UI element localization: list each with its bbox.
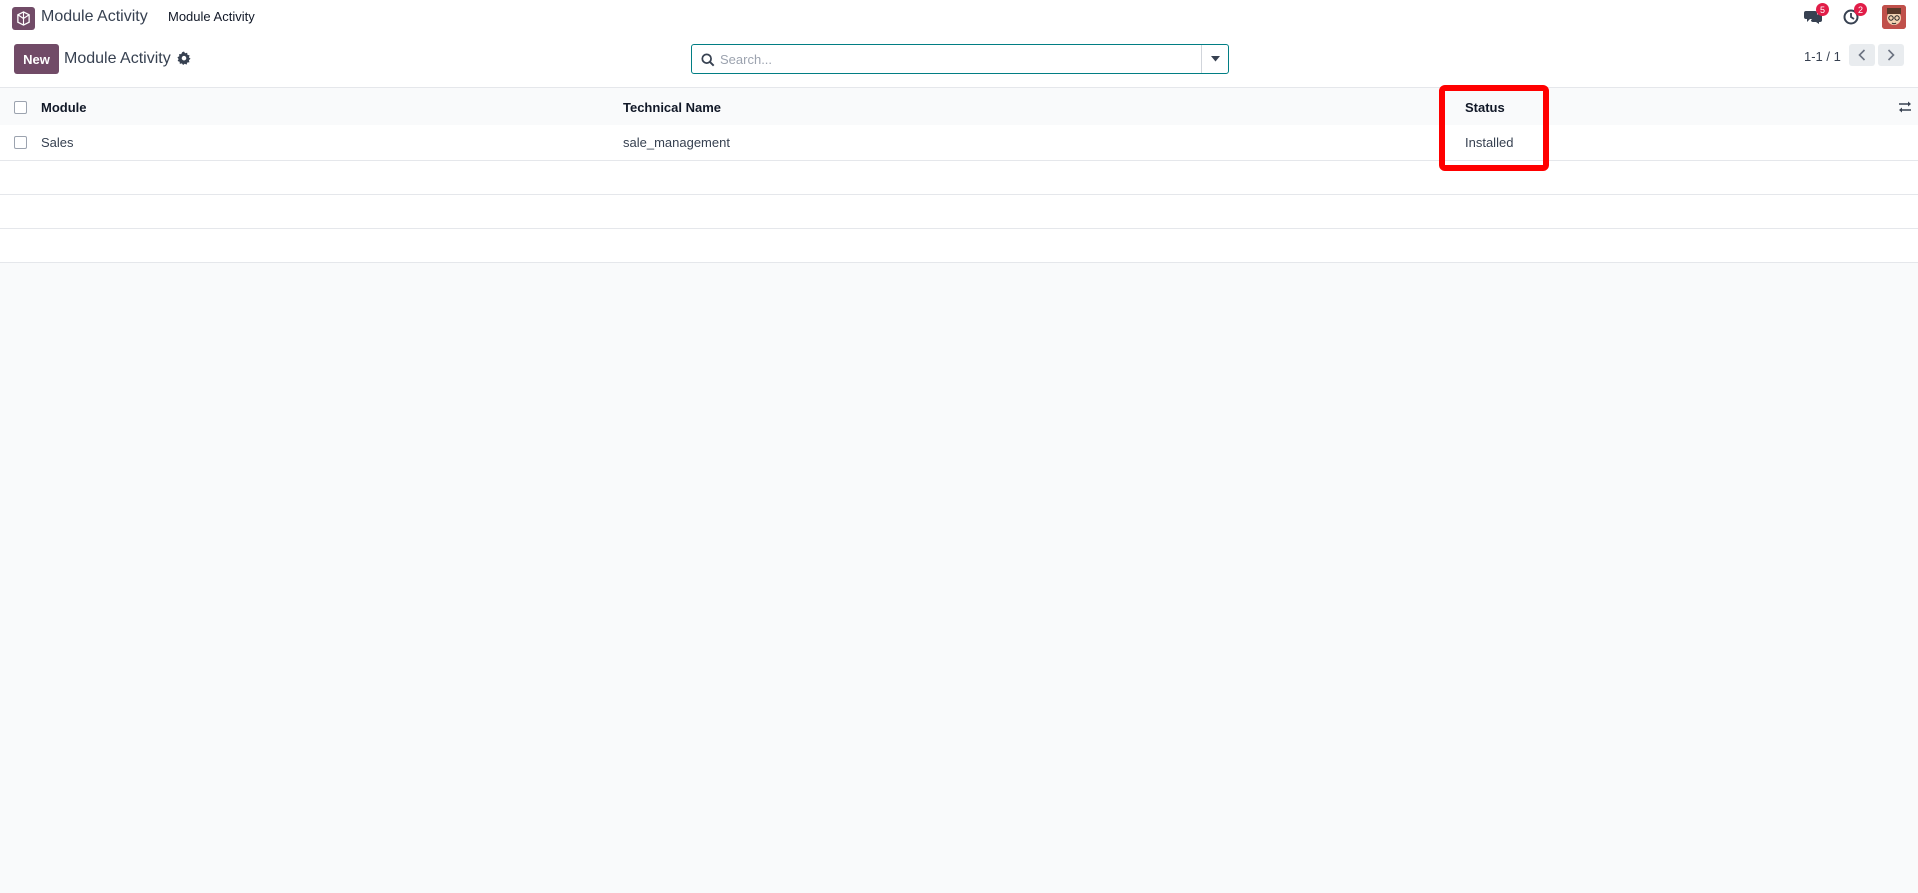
- caret-down-icon: [1210, 56, 1220, 62]
- chevron-left-icon: [1858, 49, 1866, 61]
- page-title: Module Activity: [64, 50, 171, 67]
- search-bar: [691, 44, 1229, 74]
- avatar[interactable]: [1882, 5, 1906, 29]
- activities-badge: 2: [1854, 3, 1867, 16]
- cell-status: Installed: [1465, 135, 1514, 150]
- pager-next-button[interactable]: [1878, 44, 1904, 66]
- optional-columns-icon[interactable]: [1898, 100, 1912, 114]
- menu-item-module-activity[interactable]: Module Activity: [168, 9, 255, 24]
- activities-button[interactable]: 2: [1841, 3, 1867, 26]
- cell-module: Sales: [41, 135, 74, 150]
- pager-previous-button[interactable]: [1849, 44, 1875, 66]
- column-header-technical-name[interactable]: Technical Name: [623, 100, 721, 115]
- app-name[interactable]: Module Activity: [41, 8, 148, 26]
- column-header-module[interactable]: Module: [41, 100, 87, 115]
- search-input[interactable]: [720, 49, 1190, 69]
- new-button[interactable]: New: [14, 44, 59, 74]
- empty-row: [0, 161, 1918, 195]
- search-options-toggle[interactable]: [1201, 45, 1228, 73]
- pager-value[interactable]: 1-1 / 1: [1804, 49, 1841, 64]
- column-header-status[interactable]: Status: [1465, 100, 1505, 115]
- gear-icon[interactable]: [177, 51, 191, 65]
- table-row[interactable]: Sales sale_management Installed: [0, 125, 1918, 161]
- list-header: Module Technical Name Status: [0, 89, 1918, 125]
- control-panel: New Module Activity 1-1 / 1: [0, 34, 1918, 88]
- chevron-right-icon: [1887, 49, 1895, 61]
- app-logo-icon[interactable]: [12, 7, 35, 30]
- empty-row: [0, 229, 1918, 263]
- row-checkbox[interactable]: [14, 136, 27, 149]
- empty-row: [0, 195, 1918, 229]
- messages-badge: 5: [1816, 3, 1829, 16]
- cell-technical-name: sale_management: [623, 135, 730, 150]
- search-icon: [701, 53, 715, 67]
- top-navbar: Module Activity Module Activity 5 2: [0, 0, 1918, 34]
- messages-button[interactable]: 5: [1803, 3, 1829, 26]
- select-all-checkbox[interactable]: [14, 101, 27, 114]
